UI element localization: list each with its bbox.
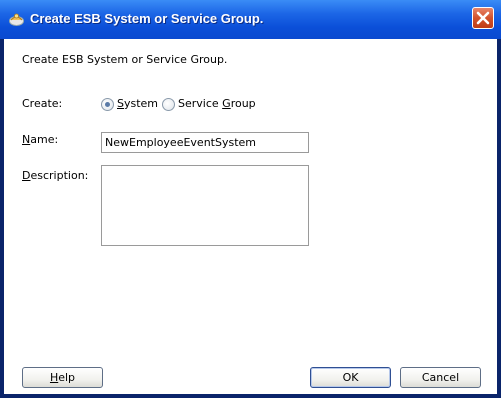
help-label-rest: elp [58,371,76,384]
mnemonic-h: H [49,371,59,384]
system-radio-label[interactable]: System [117,97,158,110]
service-group-radio-label[interactable]: Service Group [178,97,256,110]
mnemonic-n: N [22,133,31,146]
description-label: Description: [22,169,88,182]
intro-text: Create ESB System or Service Group. [22,53,228,66]
cancel-button[interactable]: Cancel [400,367,481,388]
name-label: Name: [22,133,58,146]
description-label-rest: escription: [30,169,89,182]
window-title: Create ESB System or Service Group. [30,11,264,26]
radio-selected-dot [105,102,110,107]
name-input[interactable] [101,132,309,153]
close-x-icon [476,11,490,25]
dialog-content: Create ESB System or Service Group. Crea… [4,39,497,394]
service-group-radio[interactable] [162,98,175,111]
system-radio[interactable] [101,98,114,111]
service-group-rest: roup [230,97,256,110]
mnemonic-g: G [222,97,231,110]
create-esb-dialog: Create ESB System or Service Group. Crea… [0,0,501,398]
create-label: Create: [22,97,63,110]
help-button[interactable]: Help [22,367,103,388]
oracle-jdeveloper-icon [9,13,24,26]
close-button[interactable] [472,7,494,29]
name-label-rest: ame: [30,133,59,146]
system-label-rest: ystem [123,97,159,110]
ok-button[interactable]: OK [310,367,391,388]
description-input[interactable] [101,165,309,246]
title-bar[interactable]: Create ESB System or Service Group. [0,0,501,39]
service-group-prefix: Service [178,97,223,110]
mnemonic-s: S [117,97,124,110]
